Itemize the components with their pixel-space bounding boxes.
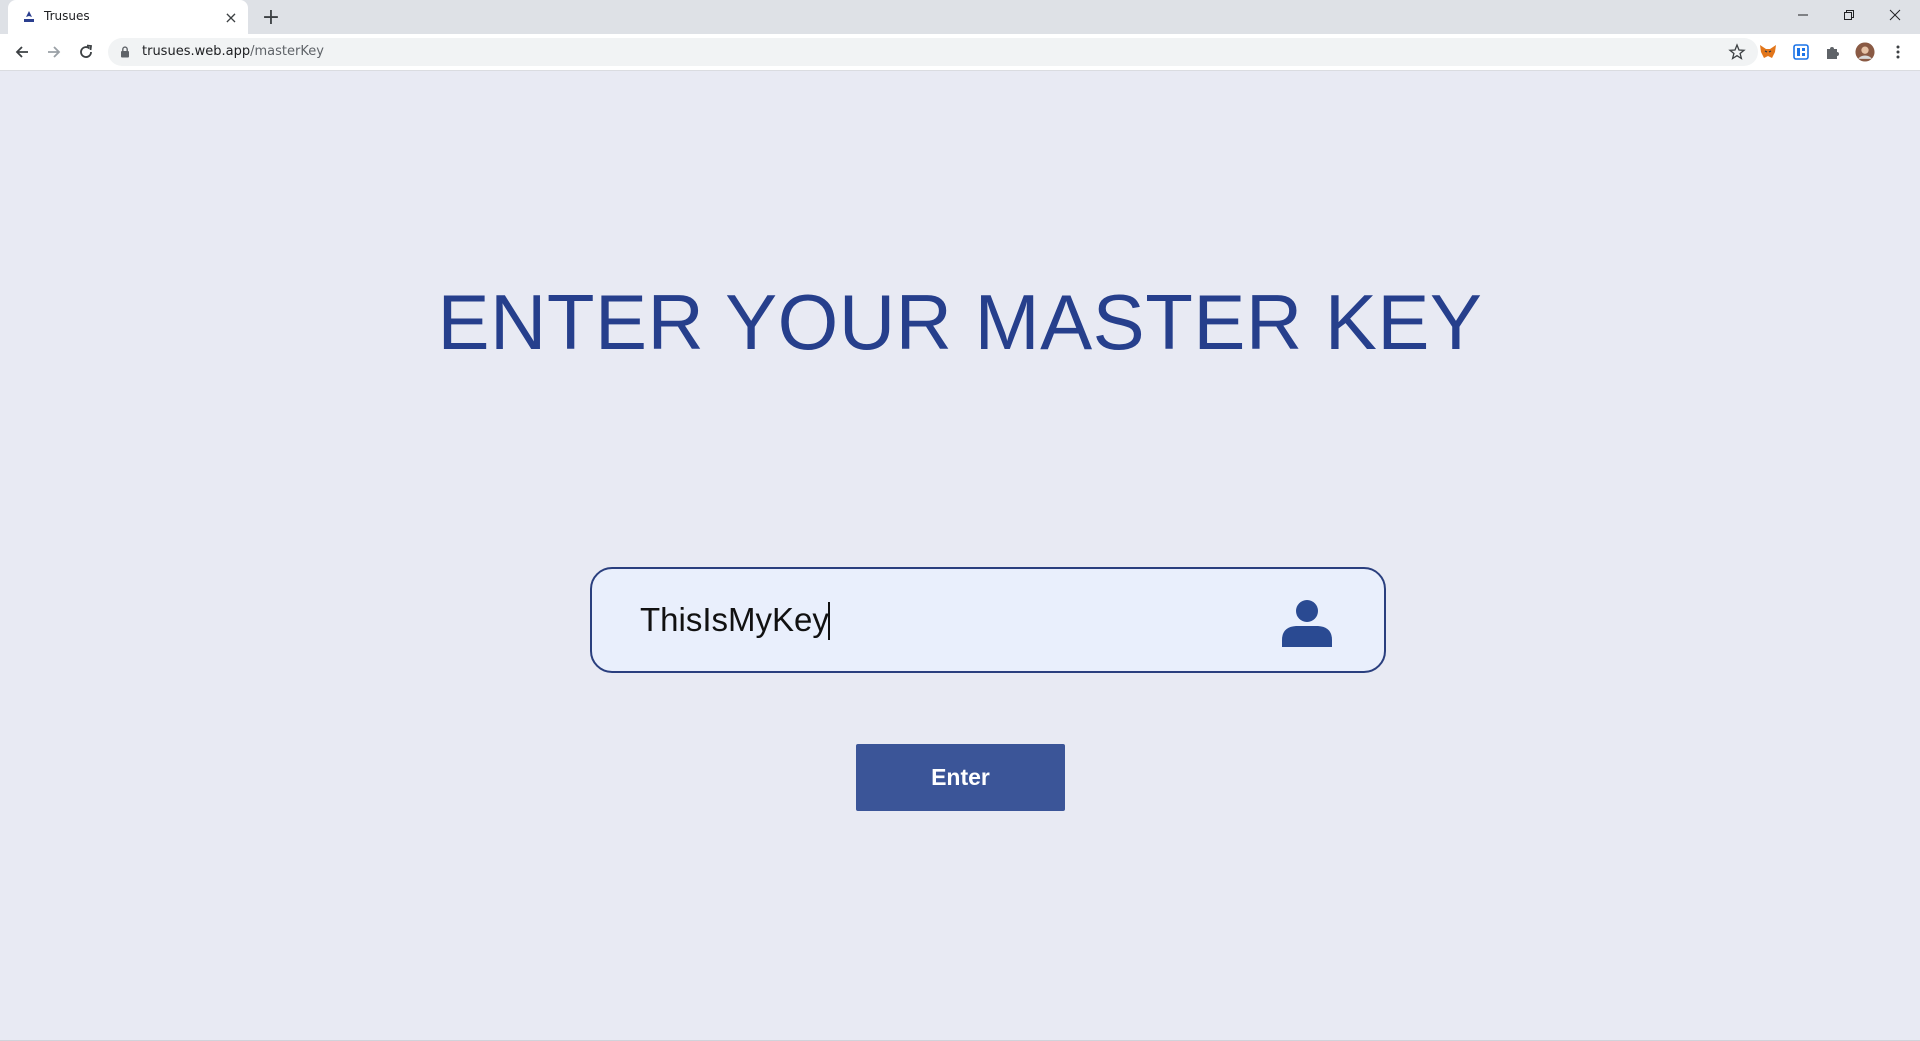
master-key-input[interactable] xyxy=(640,597,1240,643)
menu-icon[interactable] xyxy=(1888,42,1908,62)
lock-icon[interactable] xyxy=(120,46,130,58)
restore-icon[interactable] xyxy=(1826,0,1872,30)
enter-button[interactable]: Enter xyxy=(856,744,1065,811)
tab-close-icon[interactable]: × xyxy=(222,8,240,27)
master-key-field[interactable] xyxy=(590,567,1386,673)
metamask-icon[interactable] xyxy=(1758,42,1778,62)
browser-tab[interactable]: Trusues × xyxy=(8,0,248,34)
back-icon[interactable] xyxy=(10,40,34,64)
puzzle-icon[interactable] xyxy=(1823,42,1843,62)
tab-title: Trusues xyxy=(44,9,90,23)
minimize-icon[interactable] xyxy=(1780,0,1826,30)
url-host: trusues.web.app xyxy=(142,44,251,59)
forward-icon[interactable] xyxy=(42,40,66,64)
tab-strip: Trusues × + xyxy=(0,0,1920,34)
profile-avatar[interactable] xyxy=(1855,42,1875,62)
user-icon xyxy=(1282,600,1332,647)
close-icon[interactable] xyxy=(1872,0,1918,30)
url-text: trusues.web.app/masterKey xyxy=(142,44,324,59)
text-caret xyxy=(828,602,830,640)
url-path: /masterKey xyxy=(250,44,324,59)
trusues-favicon-icon xyxy=(24,11,34,22)
reload-icon[interactable] xyxy=(74,40,98,64)
address-bar[interactable]: trusues.web.app/masterKey xyxy=(108,38,1758,66)
page-title: ENTER YOUR MASTER KEY xyxy=(437,278,1483,366)
new-tab-icon[interactable]: + xyxy=(260,5,282,30)
extension-app-icon[interactable] xyxy=(1791,42,1811,62)
browser-toolbar: trusues.web.app/masterKey xyxy=(0,34,1920,71)
star-icon[interactable] xyxy=(1728,43,1746,61)
